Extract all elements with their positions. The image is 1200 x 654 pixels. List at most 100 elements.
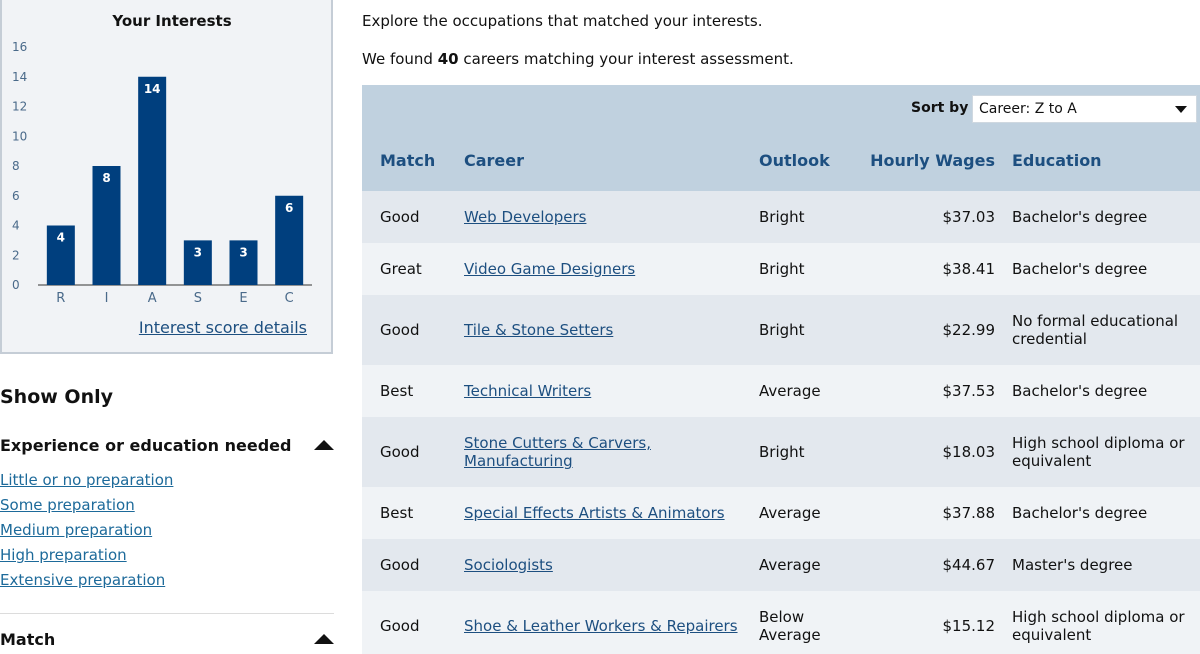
found-suffix: careers matching your interest assessmen… [463,50,794,68]
results-table-body: Good Web Developers Bright $37.03 Bachelor's… [362,191,1200,654]
y-tick-label: 6 [12,189,20,203]
bar-value-label: 3 [194,245,202,259]
outlook-cell: Average [759,504,821,522]
career-link[interactable]: Video Game Designers [464,260,749,278]
chart-title: Your Interests [111,12,231,30]
wage-cell: $37.53 [942,382,996,400]
sort-select[interactable]: Career: Z to A [972,95,1197,123]
career-link[interactable]: Stone Cutters & Carvers, Manufacturing [464,434,749,470]
results-count-text: We found 40 careers matching your intere… [362,50,794,68]
results-table-header: Sort by Career: Z to A Match Career Outl… [362,85,1200,191]
found-prefix: We found [362,50,433,68]
outlook-cell: Bright [759,443,805,461]
caret-up-icon[interactable] [314,440,334,450]
column-header-hourly-wages[interactable]: Hourly Wages [870,151,995,170]
match-cell: Good [380,556,420,574]
column-header-career[interactable]: Career [464,151,524,170]
filter-medium-preparation[interactable]: Medium preparation [0,521,173,546]
wage-cell: $37.88 [942,504,996,522]
bar-value-label: 8 [102,171,110,185]
column-header-match[interactable]: Match [380,151,435,170]
y-tick-label: 16 [12,40,27,54]
filter-high-preparation[interactable]: High preparation [0,546,173,571]
wage-cell: $15.12 [942,617,996,635]
x-tick-label: R [56,291,65,306]
x-tick-label: E [239,291,247,306]
experience-filter-header[interactable]: Experience or education needed [0,432,334,458]
preparation-filter-list: Little or no preparation Some preparatio… [0,471,173,596]
career-link[interactable]: Shoe & Leather Workers & Repairers [464,617,749,635]
dropdown-arrow-icon [1175,106,1187,113]
interests-chart-panel: Your Interests 0 2 4 6 8 10 12 14 16 4 R 8 I 14 A 3 S 3 E 6 C… [0,0,333,354]
education-cell: High school diploma or equivalent [1012,608,1185,644]
outlook-cell: Below Average [759,608,821,644]
filter-divider [0,613,334,614]
column-header-education[interactable]: Education [1012,151,1102,170]
education-cell: Bachelor's degree [1012,208,1148,226]
outlook-cell: Average [759,556,821,574]
sort-selected-value: Career: Z to A [979,101,1077,117]
match-cell: Good [380,208,420,226]
career-link[interactable]: Web Developers [464,208,749,226]
outlook-cell: Bright [759,208,805,226]
bar-value-label: 4 [57,231,65,245]
experience-filter-label: Experience or education needed [0,436,292,455]
match-cell: Best [380,504,414,522]
show-only-title: Show Only [0,386,114,408]
sort-label: Sort by [911,100,969,116]
career-link[interactable]: Tile & Stone Setters [464,321,749,339]
education-cell: Bachelor's degree [1012,260,1148,278]
outlook-cell: Bright [759,321,805,339]
wage-cell: $18.03 [942,443,996,461]
table-row: Best Technical Writers Average $37.53 Bachel… [362,365,1200,417]
table-row: Best Special Effects Artists & Animators A… [362,487,1200,539]
bar-value-label: 6 [285,201,293,215]
match-cell: Best [380,382,414,400]
filter-some-preparation[interactable]: Some preparation [0,496,173,521]
career-link[interactable]: Sociologists [464,556,749,574]
column-header-outlook[interactable]: Outlook [759,151,830,170]
table-row: Good Web Developers Bright $37.03 Bachelor's… [362,191,1200,243]
table-row: Good Shoe & Leather Workers & Repairers Be… [362,591,1200,654]
match-filter-label: Match [0,630,56,649]
caret-up-icon[interactable] [314,634,334,644]
y-tick-label: 0 [12,278,20,292]
career-link[interactable]: Technical Writers [464,382,749,400]
bar-value-label: 3 [239,245,247,259]
wage-cell: $38.41 [942,260,996,278]
outlook-cell: Average [759,382,821,400]
bar-value-label: 14 [144,82,161,96]
filter-little-preparation[interactable]: Little or no preparation [0,471,173,496]
x-tick-label: A [148,291,157,306]
education-cell: Bachelor's degree [1012,504,1148,522]
table-row: Good Sociologists Average $44.67 Master's de… [362,539,1200,591]
table-row: Good Stone Cutters & Carvers, Manufacturi… [362,417,1200,487]
match-cell: Good [380,617,420,635]
results-count: 40 [437,50,459,68]
match-cell: Good [380,321,420,339]
y-tick-label: 4 [12,219,20,233]
filter-extensive-preparation[interactable]: Extensive preparation [0,571,173,596]
match-cell: Good [380,443,420,461]
career-link[interactable]: Special Effects Artists & Animators [464,504,749,522]
match-filter-header[interactable]: Match [0,626,334,652]
match-cell: Great [380,260,422,278]
table-row: Good Tile & Stone Setters Bright $22.99 No f… [362,295,1200,365]
results-table: Sort by Career: Z to A Match Career Outl… [362,85,1200,654]
y-tick-label: 14 [12,70,27,84]
intro-text: Explore the occupations that matched you… [362,12,763,30]
y-tick-label: 12 [12,100,27,114]
interest-score-details-link[interactable]: Interest score details [139,318,307,337]
wage-cell: $37.03 [942,208,996,226]
y-tick-label: 8 [12,159,20,173]
y-tick-label: 2 [12,248,20,262]
wage-cell: $22.99 [942,321,996,339]
y-tick-label: 10 [12,129,27,143]
education-cell: Master's degree [1012,556,1133,574]
wage-cell: $44.67 [942,556,996,574]
table-row: Great Video Game Designers Bright $38.41 Bac… [362,243,1200,295]
x-tick-label: I [105,291,109,306]
education-cell: Bachelor's degree [1012,382,1148,400]
x-tick-label: C [285,291,294,306]
education-cell: High school diploma or equivalent [1012,434,1185,470]
